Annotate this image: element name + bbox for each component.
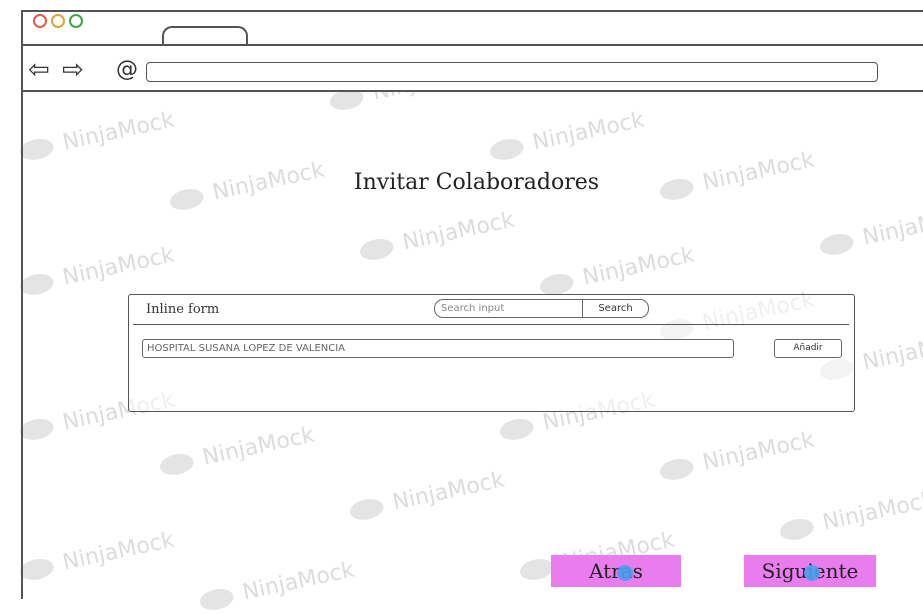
minimize-window-dot-icon[interactable]	[51, 14, 65, 28]
back-button-label: Atras	[589, 559, 643, 583]
search-input[interactable]: Search input	[434, 299, 584, 318]
url-bar[interactable]	[146, 62, 878, 82]
back-button[interactable]: Atras	[551, 555, 681, 587]
forward-arrow-icon[interactable]: ⇨	[62, 57, 84, 83]
cursor-pointer-icon	[804, 565, 820, 581]
maximize-window-dot-icon[interactable]	[69, 14, 83, 28]
hospital-input[interactable]: HOSPITAL SUSANA LOPEZ DE VALENCIA	[142, 339, 734, 358]
search-button[interactable]: Search	[582, 299, 649, 318]
refresh-icon[interactable]: @	[116, 57, 138, 83]
back-arrow-icon[interactable]: ⇦	[28, 57, 50, 83]
inline-form-title: Inline form	[146, 302, 220, 317]
panel-divider	[133, 324, 849, 325]
title-bar	[21, 10, 923, 46]
next-button[interactable]: Siguiente	[744, 555, 876, 587]
close-window-dot-icon[interactable]	[33, 14, 47, 28]
add-button[interactable]: Añadir	[774, 339, 842, 358]
cursor-pointer-icon	[617, 565, 633, 581]
page-title: Invitar Colaboradores	[353, 170, 600, 195]
browser-tab[interactable]	[162, 26, 248, 46]
